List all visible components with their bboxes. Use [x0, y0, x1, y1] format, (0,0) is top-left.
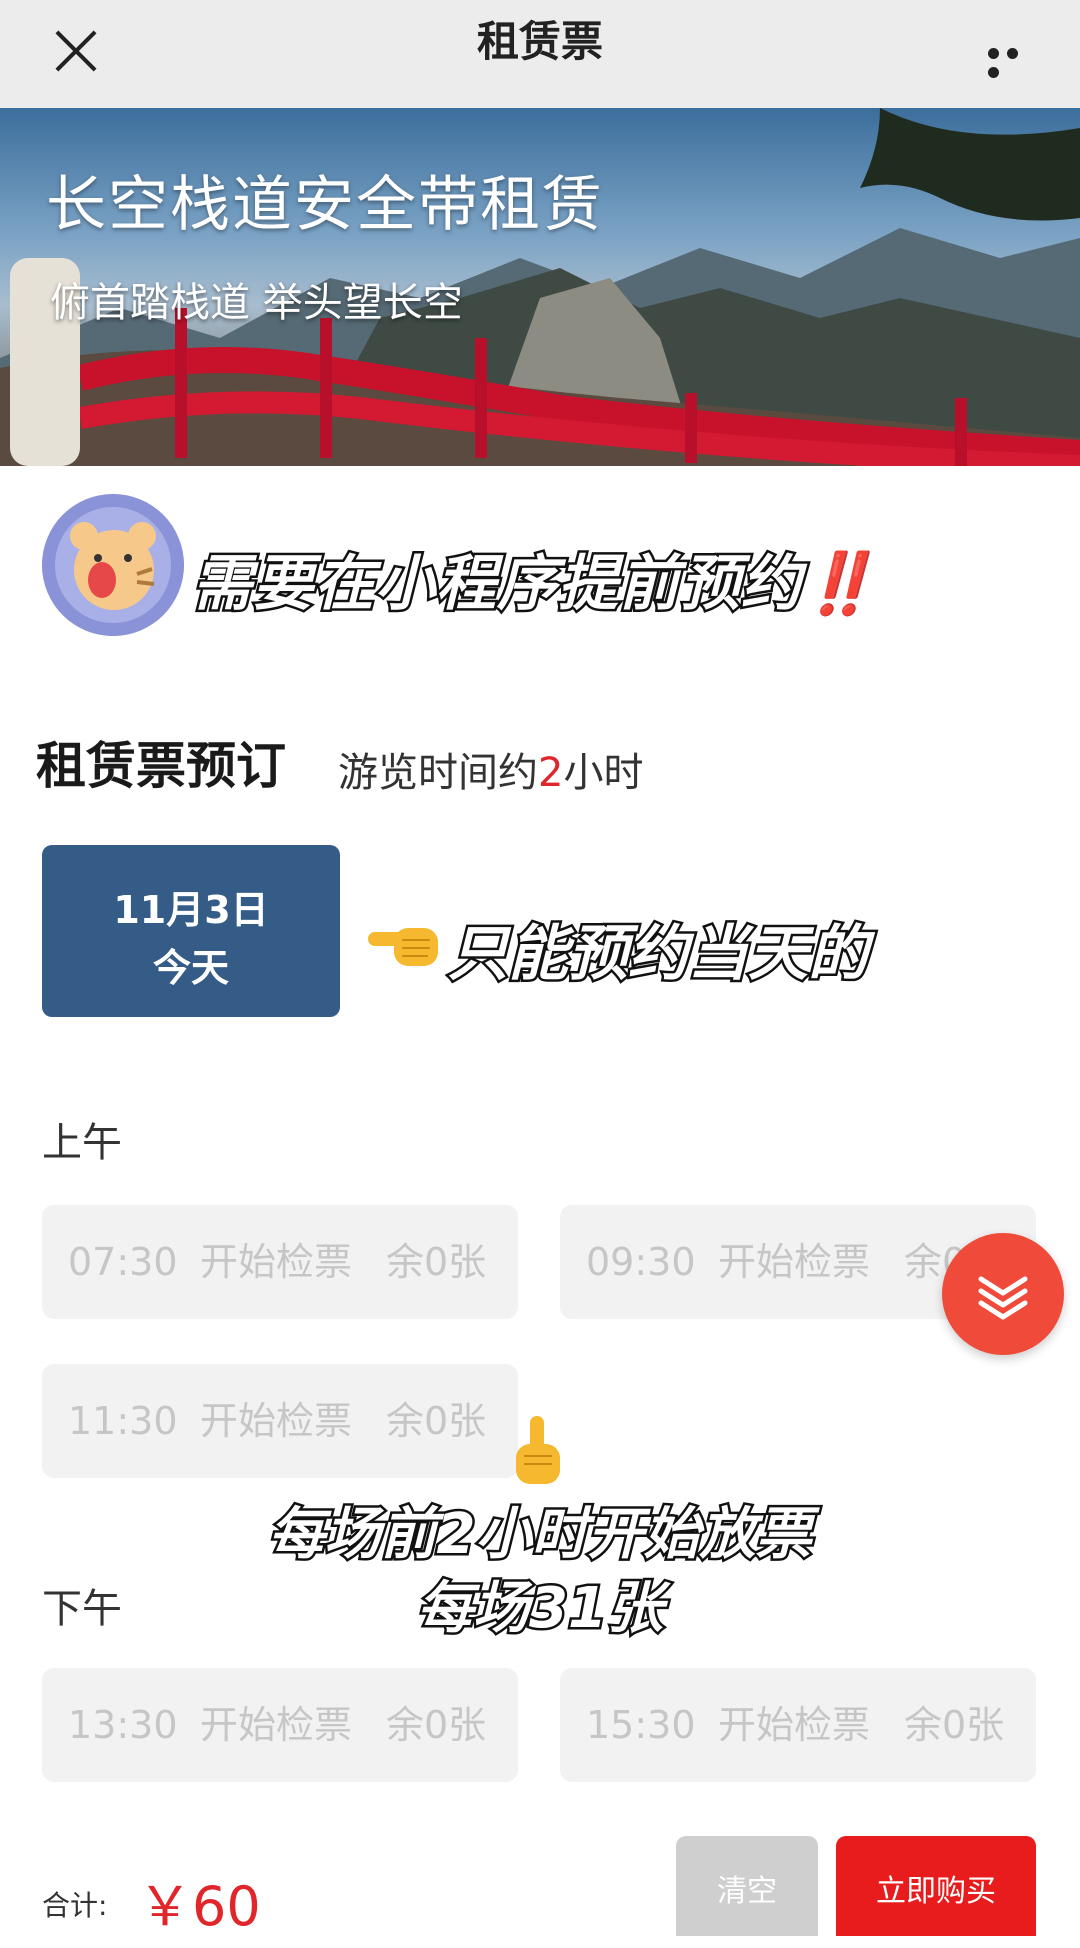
hand-pointing-left-icon — [368, 928, 438, 966]
reservation-notice: 需要在小程序提前预约‼️ — [190, 535, 878, 622]
slot-remaining: 余0张 — [386, 1240, 487, 1284]
date-sublabel: 今天 — [152, 946, 229, 990]
slot-time: 09:30 — [586, 1240, 696, 1284]
banner-title: 长空栈道安全带租赁 — [46, 170, 604, 240]
banner-subtitle: 俯首踏栈道 举头望长空 — [50, 280, 463, 326]
duration-prefix: 游览时间约 — [338, 750, 538, 796]
tiger-avatar — [42, 494, 184, 636]
release-line-1: 每场前2小时开始放票 — [266, 1500, 814, 1570]
banner-image: 长空栈道安全带租赁 俯首踏栈道 举头望长空 — [0, 108, 1080, 466]
slot-status: 开始检票 — [200, 1240, 353, 1284]
date-option-today[interactable]: 11月3日 今天 — [42, 845, 340, 1017]
booking-heading: 租赁票预订 — [36, 737, 286, 795]
reservation-notice-text: 需要在小程序提前预约 — [190, 547, 804, 622]
time-slot[interactable]: 07:30 开始检票 余0张 — [42, 1205, 518, 1319]
collapse-button[interactable] — [942, 1233, 1064, 1355]
time-slot[interactable]: 13:30 开始检票 余0张 — [42, 1668, 518, 1782]
slot-status: 开始检票 — [718, 1703, 871, 1747]
double-chevron-down-icon — [978, 1276, 1028, 1320]
slot-remaining: 余0张 — [386, 1399, 487, 1443]
time-slot[interactable]: 11:30 开始检票 余0张 — [42, 1364, 518, 1478]
date-label: 11月3日 — [113, 888, 269, 932]
date-annotation: 只能预约当天的 — [446, 917, 871, 992]
release-line-2: 每场31张 — [415, 1574, 666, 1644]
visit-duration-note: 游览时间约2小时 — [338, 740, 643, 798]
release-annotation: 每场前2小时开始放票 每场31张 — [0, 1498, 1080, 1646]
clear-button[interactable]: 清空 — [676, 1836, 818, 1936]
slot-time: 15:30 — [586, 1703, 696, 1747]
slot-status: 开始检票 — [200, 1703, 353, 1747]
duration-suffix: 小时 — [563, 750, 644, 796]
hand-pointing-up-icon — [516, 1416, 560, 1484]
page-title: 租赁票 — [476, 17, 603, 66]
total-price: ￥60 — [138, 1875, 261, 1938]
slot-time: 13:30 — [68, 1703, 178, 1747]
tiger-sticker-icon — [42, 494, 184, 636]
slot-time: 07:30 — [68, 1240, 178, 1284]
top-nav-bar: 租赁票 — [0, 0, 1080, 108]
slot-remaining: 余0张 — [904, 1703, 1005, 1747]
afternoon-label: 下午 — [42, 1586, 122, 1632]
duration-hours: 2 — [538, 750, 564, 796]
total-label: 合计: — [42, 1889, 108, 1922]
buy-now-button[interactable]: 立即购买 — [836, 1836, 1036, 1936]
double-exclamation-icon: ‼️ — [802, 549, 878, 619]
more-icon[interactable] — [988, 44, 1042, 78]
time-slot[interactable]: 15:30 开始检票 余0张 — [560, 1668, 1036, 1782]
morning-label: 上午 — [42, 1120, 122, 1166]
slot-status: 开始检票 — [200, 1399, 353, 1443]
slot-time: 11:30 — [68, 1399, 178, 1443]
slot-remaining: 余0张 — [386, 1703, 487, 1747]
slot-status: 开始检票 — [718, 1240, 871, 1284]
